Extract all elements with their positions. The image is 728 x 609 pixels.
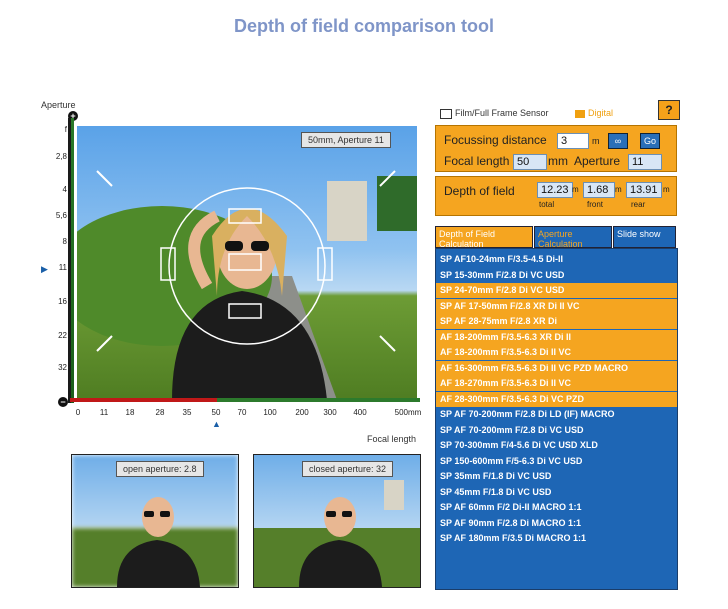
tab-slide-show[interactable]: Slide show (613, 226, 676, 248)
dof-front-value: 1.68 (583, 182, 615, 198)
lens-list-item[interactable]: SP AF 70-200mm F/2.8 Di VC USD (436, 422, 677, 438)
lens-list-item[interactable]: SP AF 17-50mm F/2.8 XR Di II VC (436, 298, 677, 314)
digital-sensor-option[interactable]: Digital (575, 108, 613, 118)
lens-list-item[interactable]: AF 18-270mm F/3.5-6.3 Di II VC (436, 376, 677, 391)
go-button[interactable]: Go (640, 133, 660, 149)
lens-list-item[interactable]: SP AF 28-75mm F/2.8 XR Di (436, 314, 677, 329)
main-preview-image: 50mm, Aperture 11 (77, 126, 417, 400)
dof-rear-value: 13.91 (626, 182, 662, 198)
aperture-scale-label: Aperture (41, 100, 76, 110)
focal-length-tick-label: 28 (155, 408, 165, 417)
film-sensor-label: Film/Full Frame Sensor (455, 108, 549, 118)
focal-length-tick-label: 100 (263, 408, 277, 417)
focal-length-tick-label: 18 (125, 408, 135, 417)
depth-of-field-panel: Depth of field 12.23 m total 1.68 m fron… (435, 176, 677, 216)
open-aperture-thumbnail: open aperture: 2.8 (71, 454, 239, 588)
aperture-tick-label: 4 (62, 185, 67, 194)
digital-sensor-label: Digital (588, 108, 614, 118)
aperture-input[interactable]: 11 (628, 154, 662, 170)
focus-distance-label: Focussing distance (444, 133, 547, 147)
focal-length-label: Focal length (444, 154, 510, 168)
lens-list-item[interactable]: AF 16-300mm F/3.5-6.3 Di II VC PZD MACRO (436, 360, 677, 376)
aperture-tick-label: 5,6 (55, 211, 67, 220)
focal-length-tick-label: 70 (237, 408, 247, 417)
main-photo-label: 50mm, Aperture 11 (301, 132, 391, 148)
dof-total-value: 12.23 (537, 182, 573, 198)
lens-list-item[interactable]: SP AF 70-200mm F/2.8 Di LD (IF) MACRO (436, 407, 677, 422)
focal-length-bar (70, 398, 420, 404)
lens-list-item[interactable]: SP AF 60mm F/2 Di-II MACRO 1:1 (436, 500, 677, 515)
closed-aperture-thumbnail: closed aperture: 32 (253, 454, 421, 588)
lens-list-item[interactable]: SP 45mm F/1.8 Di VC USD (436, 484, 677, 500)
aperture-tick-label: f (64, 125, 67, 134)
focal-length-tick-label: 11 (99, 408, 109, 417)
lens-list-item[interactable]: SP 35mm F/1.8 Di VC USD (436, 469, 677, 484)
tab-aperture-calculation[interactable]: Aperture Calculation (534, 226, 612, 249)
portrait-scene-illustration (77, 170, 417, 400)
focus-distance-input[interactable]: 3 (557, 133, 589, 149)
aperture-pointer-icon[interactable]: ▶ (41, 264, 48, 275)
infinity-button[interactable]: ∞ (608, 133, 628, 149)
lens-list-item[interactable]: AF 28-300mm F/3.5-6.3 Di VC PZD (436, 391, 677, 407)
dof-front-label: front (587, 200, 604, 209)
aperture-tick-label: 2,8 (55, 152, 67, 161)
open-aperture-label: open aperture: 2.8 (116, 461, 204, 477)
help-button[interactable]: ? (658, 100, 680, 120)
dof-front-unit: m (615, 185, 622, 194)
lens-list-item[interactable]: AF 18-200mm F/3.5-6.3 XR Di II (436, 329, 677, 345)
focal-length-scale-label: Focal length (367, 434, 417, 444)
lens-list-item[interactable]: SP 70-300mm F/4-5.6 Di VC USD XLD (436, 438, 677, 453)
tab-depth-of-field[interactable]: Depth of Field Calculation (435, 226, 533, 249)
aperture-scale-green-bar (71, 118, 74, 403)
focal-length-tick-label: 300 (323, 408, 337, 417)
depth-of-field-label: Depth of field (444, 184, 515, 198)
lens-list-item[interactable]: SP AF 90mm F/2.8 Di MACRO 1:1 (436, 515, 677, 531)
focal-length-input[interactable]: 50 (513, 154, 547, 170)
dof-rear-unit: m (663, 185, 670, 194)
focal-length-tick-label: 50 (211, 408, 221, 417)
focal-length-pointer-icon[interactable]: ▲ (212, 419, 221, 429)
dof-total-unit: m (572, 185, 579, 194)
lens-list-item[interactable]: AF 18-200mm F/3.5-6.3 Di II VC (436, 345, 677, 360)
camera-icon (440, 108, 452, 119)
lens-list-item[interactable]: SP 150-600mm F/5-6.3 Di VC USD (436, 453, 677, 469)
settings-panel: Focussing distance 3 m ∞ Go Focal length… (435, 125, 677, 172)
aperture-tick-label: 8 (62, 237, 67, 246)
focal-length-unit: mm (548, 154, 568, 168)
page-title: Depth of field comparison tool (234, 16, 494, 36)
lens-list-item[interactable]: SP 15-30mm F/2.8 Di VC USD (436, 267, 677, 283)
lens-list-item[interactable]: SP AF10-24mm F/3.5-4.5 Di-II (436, 252, 677, 267)
focal-length-tick-label: 500mm (394, 408, 422, 417)
aperture-tick-label: 16 (58, 297, 67, 306)
focal-length-tick-label: 0 (75, 408, 81, 417)
focal-length-tick-label: 400 (353, 408, 367, 417)
dof-rear-label: rear (631, 200, 646, 209)
lens-list: SP AF10-24mm F/3.5-4.5 Di-II SP 15-30mm F… (435, 248, 678, 590)
digital-camera-icon (575, 109, 585, 118)
aperture-minus-button[interactable]: − (58, 397, 68, 407)
focal-length-tick-label: 200 (295, 408, 309, 417)
focus-distance-unit: m (592, 136, 600, 146)
dof-total-label: total (539, 200, 555, 209)
lens-list-item[interactable]: SP 24-70mm F/2.8 Di VC USD (436, 283, 677, 298)
closed-aperture-label: closed aperture: 32 (302, 461, 394, 477)
aperture-tick-label: 32 (58, 363, 67, 372)
focal-length-tick-label: 35 (182, 408, 192, 417)
lens-list-item[interactable]: SP AF 180mm F/3.5 Di MACRO 1:1 (436, 531, 677, 546)
aperture-tick-label: 22 (58, 331, 67, 340)
film-sensor-option[interactable]: Film/Full Frame Sensor (440, 108, 549, 119)
aperture-label: Aperture (574, 154, 621, 168)
